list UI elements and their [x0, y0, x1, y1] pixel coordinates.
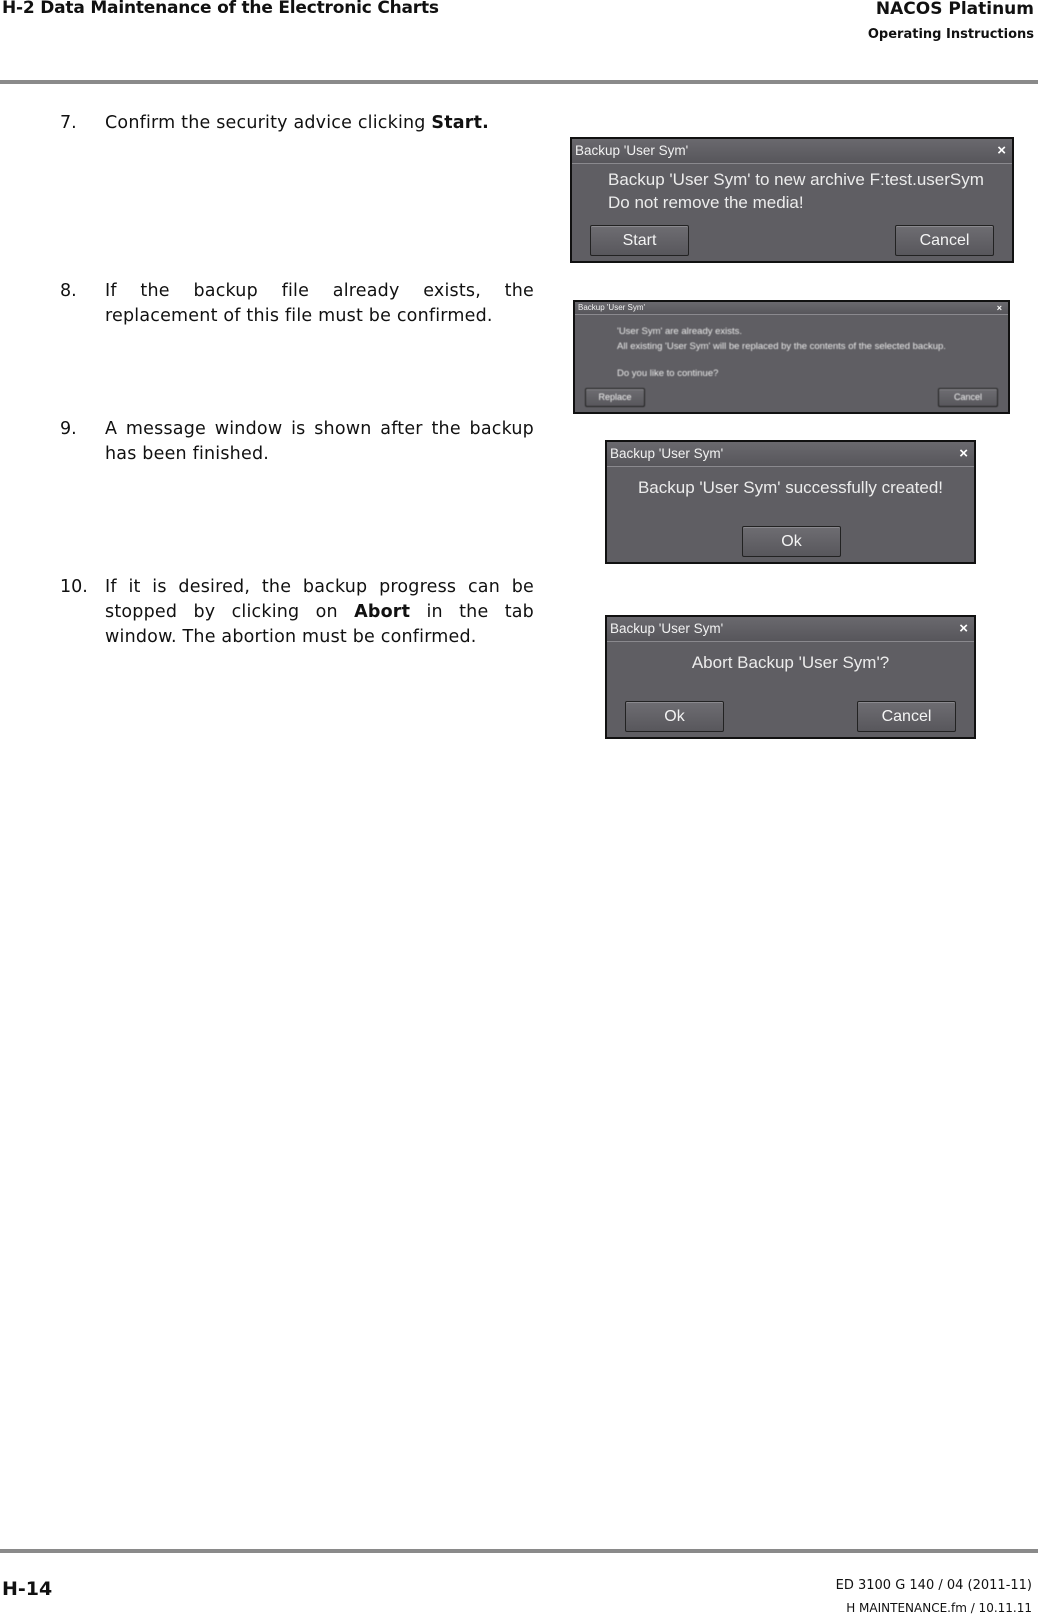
backup-replace-dialog: Backup 'User Sym' × 'User Sym' are alrea…: [573, 300, 1010, 414]
step-number: 7.: [60, 113, 77, 133]
cancel-button[interactable]: Cancel: [895, 225, 994, 256]
dialog-message-line: Do you like to continue?: [617, 368, 719, 379]
step-9: 9. A message window is shown after the b…: [60, 417, 534, 467]
footer-divider: [0, 1549, 1038, 1553]
ok-button[interactable]: Ok: [742, 526, 841, 557]
close-icon[interactable]: ×: [997, 139, 1006, 163]
dialog-message-line: Do not remove the media!: [608, 193, 804, 212]
doc-footer: ED 3100 G 140 / 04 (2011-11) H MAINTENAN…: [836, 1578, 1032, 1615]
product-name: NACOS Platinum: [875, 0, 1034, 19]
dialog-title: Backup 'User Sym': [610, 621, 724, 636]
dialog-title: Backup 'User Sym': [575, 143, 689, 158]
file-info: H MAINTENANCE.fm / 10.11.11: [846, 1601, 1032, 1615]
backup-start-dialog: Backup 'User Sym' × Backup 'User Sym' to…: [570, 137, 1014, 263]
step-text: If the backup file already exists, the r…: [105, 281, 534, 326]
replace-button[interactable]: Replace: [585, 388, 645, 407]
ok-button[interactable]: Ok: [625, 701, 724, 732]
close-icon[interactable]: ×: [959, 617, 968, 641]
step-emphasis: Abort: [354, 602, 411, 622]
dialog-titlebar: Backup 'User Sym' ×: [607, 617, 974, 642]
cancel-button[interactable]: Cancel: [938, 388, 998, 407]
dialog-message-line: 'User Sym' are already exists.: [617, 326, 743, 337]
step-number: 9.: [60, 419, 77, 439]
dialog-message-line: All existing 'User Sym' will be replaced…: [617, 341, 946, 352]
doc-type: Operating Instructions: [867, 27, 1034, 42]
close-icon[interactable]: ×: [997, 302, 1002, 314]
step-number: 8.: [60, 281, 77, 301]
step-7: 7. Confirm the security advice clicking …: [60, 111, 534, 136]
cancel-button[interactable]: Cancel: [857, 701, 956, 732]
header-divider: [0, 80, 1038, 84]
dialog-titlebar: Backup 'User Sym' ×: [607, 442, 974, 467]
step-emphasis: Start.: [431, 113, 490, 133]
dialog-message: Backup 'User Sym' successfully created!: [637, 478, 944, 497]
backup-success-dialog: Backup 'User Sym' × Backup 'User Sym' su…: [605, 440, 976, 564]
edition-info: ED 3100 G 140 / 04 (2011-11): [835, 1578, 1032, 1593]
step-text: A message window is shown after the back…: [105, 419, 534, 464]
page-number: H-14: [2, 1578, 53, 1600]
dialog-message: Abort Backup 'User Sym'?: [691, 653, 890, 672]
dialog-message-line: Backup 'User Sym' to new archive F:test.…: [608, 170, 984, 189]
dialog-titlebar: Backup 'User Sym' ×: [575, 302, 1008, 315]
step-10: 10. If it is desired, the backup progres…: [60, 575, 534, 650]
dialog-titlebar: Backup 'User Sym' ×: [572, 139, 1012, 164]
dialog-title: Backup 'User Sym': [578, 303, 646, 312]
step-8: 8. If the backup file already exists, th…: [60, 279, 534, 329]
backup-abort-dialog: Backup 'User Sym' × Abort Backup 'User S…: [605, 615, 976, 739]
start-button[interactable]: Start: [590, 225, 689, 256]
section-title: H-2 Data Maintenance of the Electronic C…: [2, 0, 439, 18]
doc-header: NACOS Platinum Operating Instructions: [868, 0, 1034, 42]
dialog-title: Backup 'User Sym': [610, 446, 724, 461]
close-icon[interactable]: ×: [959, 442, 968, 466]
step-text: Confirm the security advice clicking: [105, 113, 432, 133]
step-number: 10.: [60, 577, 88, 597]
